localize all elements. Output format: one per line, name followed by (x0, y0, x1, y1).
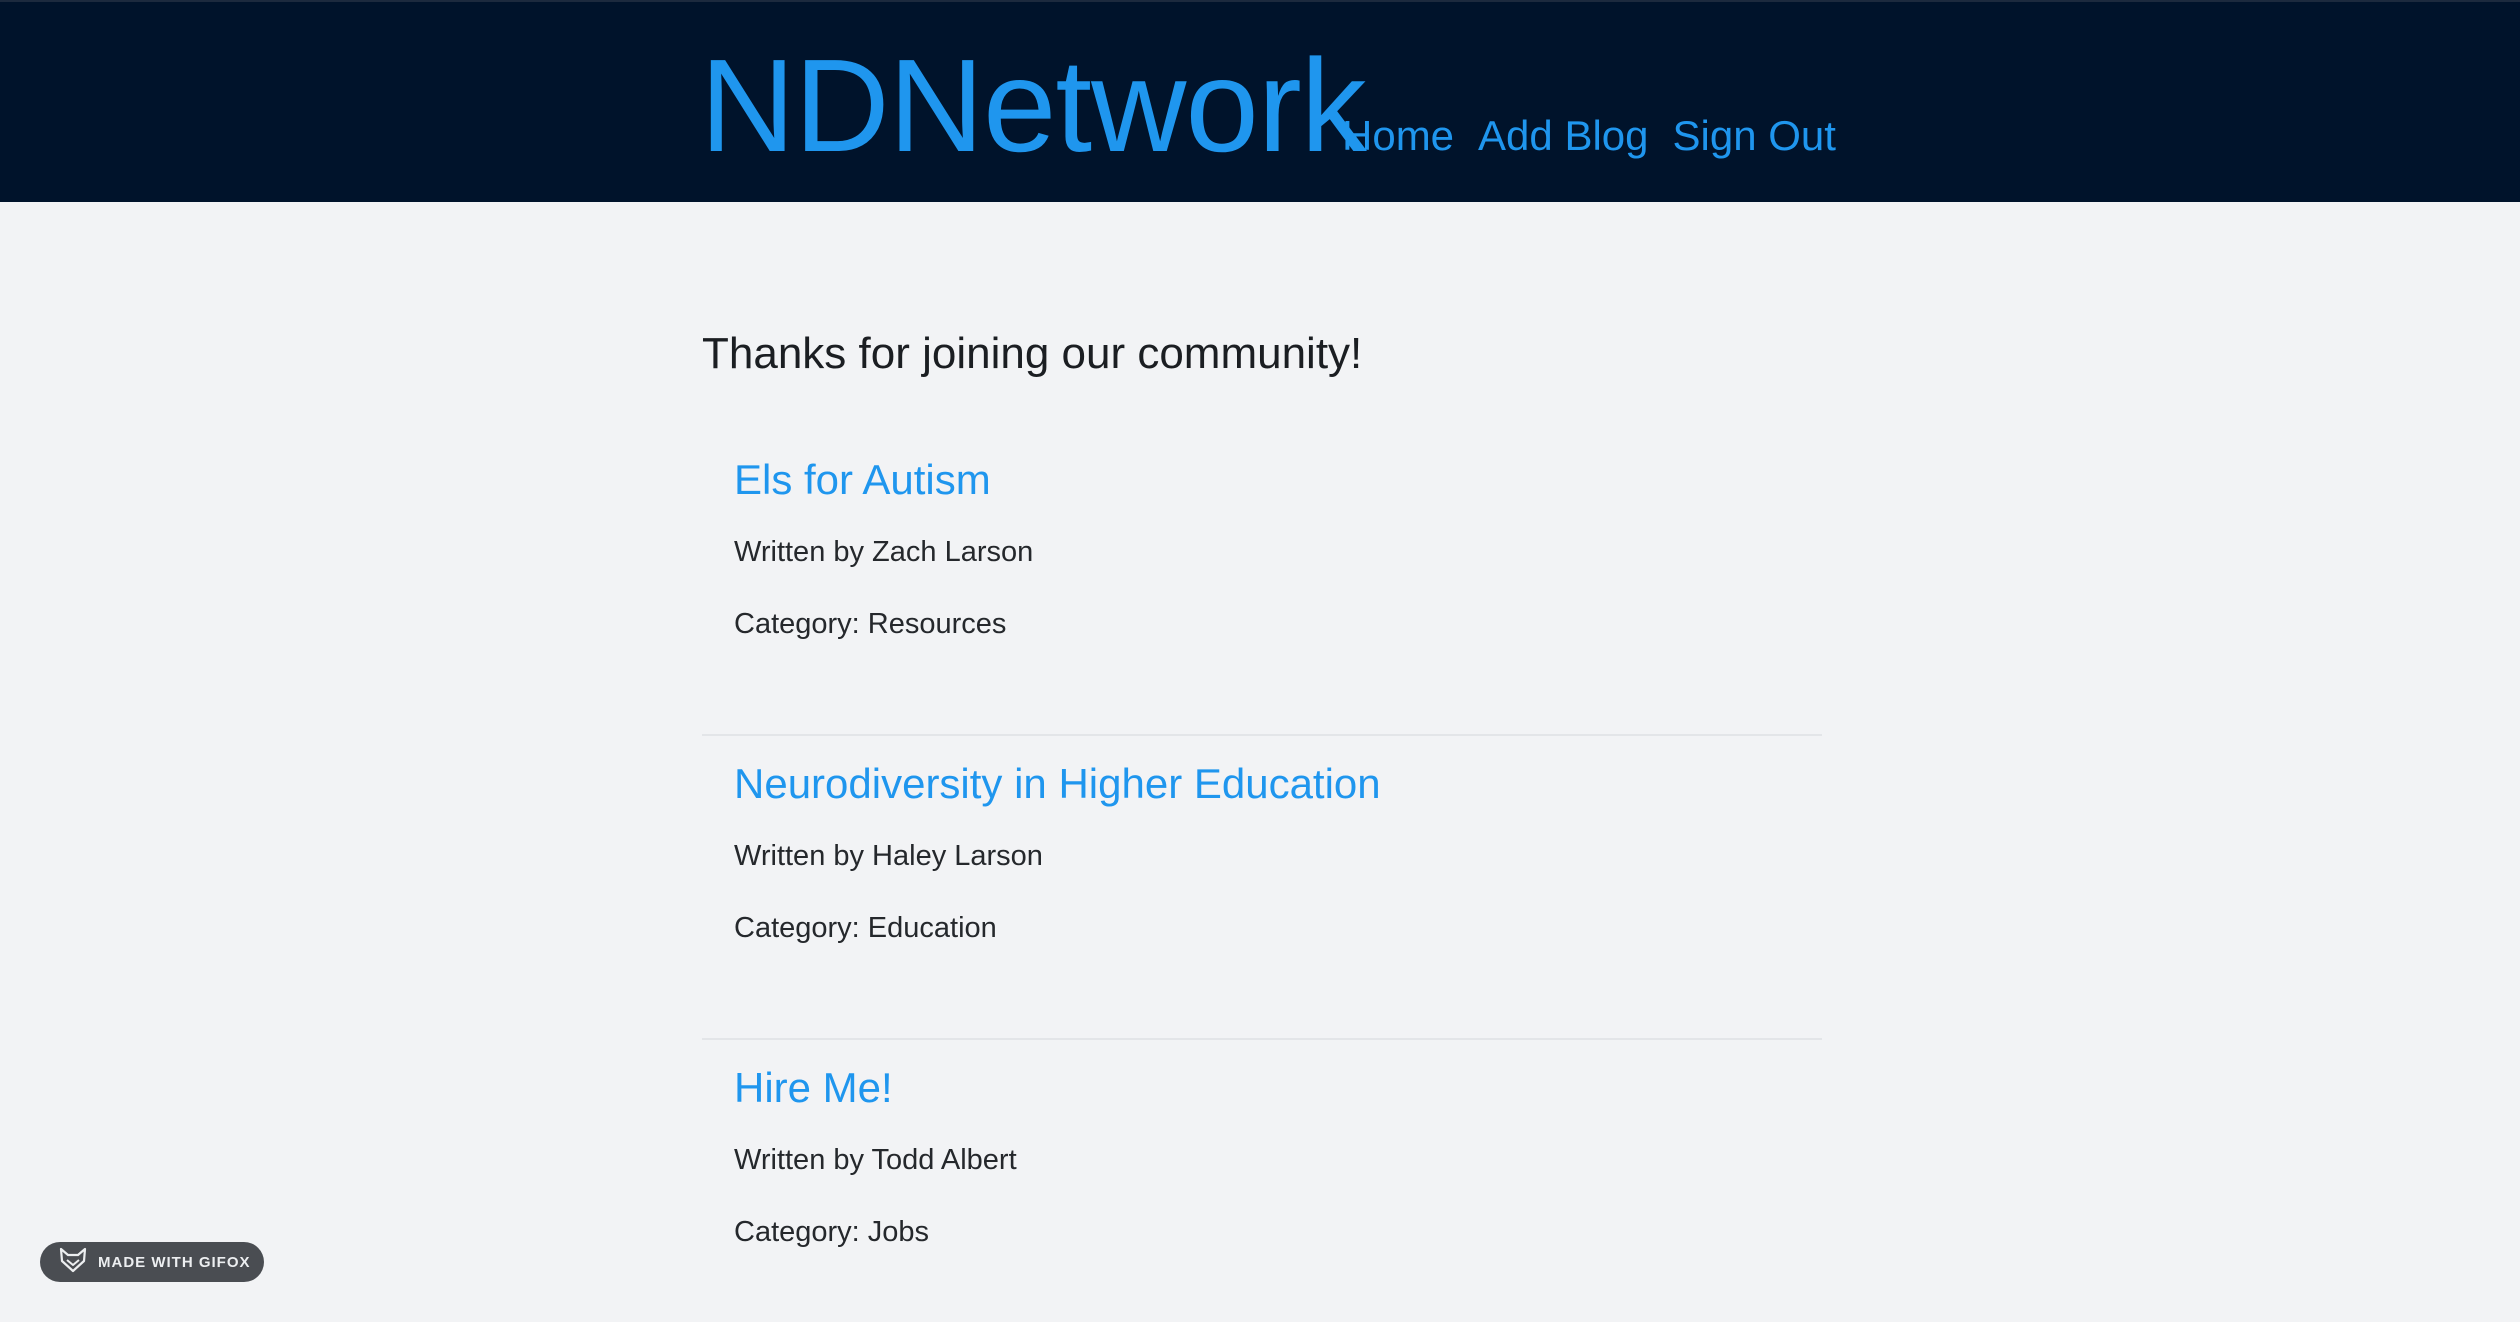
blog-category: Category: Education (734, 912, 997, 944)
blog-title-link[interactable]: Els for Autism (734, 452, 991, 508)
welcome-heading: Thanks for joining our community! (702, 329, 1363, 378)
main-nav: Home Add Blog Sign Out (1342, 108, 1836, 164)
blog-category: Category: Jobs (734, 1216, 930, 1248)
brand-logo[interactable]: NDNetwork (700, 36, 1367, 176)
fox-icon (58, 1247, 88, 1278)
watermark-label: MADE WITH GIFOX (98, 1253, 251, 1271)
blog-author: Written by Haley Larson (734, 840, 1043, 872)
blog-author: Written by Zach Larson (734, 536, 1034, 568)
gifox-watermark: MADE WITH GIFOX (40, 1242, 264, 1282)
nav-home-link[interactable]: Home (1342, 108, 1454, 164)
blog-item: Hire Me! Written by Todd Albert Category… (702, 1040, 1822, 1322)
blog-title-link[interactable]: Hire Me! (734, 1060, 893, 1116)
blog-item: Els for Autism Written by Zach Larson Ca… (702, 432, 1822, 736)
page: NDNetwork Home Add Blog Sign Out Thanks … (0, 0, 2520, 1322)
blog-title-link[interactable]: Neurodiversity in Higher Education (734, 756, 1381, 812)
nav-add-blog-link[interactable]: Add Blog (1478, 108, 1648, 164)
blog-list: Els for Autism Written by Zach Larson Ca… (702, 432, 1822, 1322)
site-header: NDNetwork Home Add Blog Sign Out (0, 2, 2520, 202)
blog-item: Neurodiversity in Higher Education Writt… (702, 736, 1822, 1040)
blog-author: Written by Todd Albert (734, 1144, 1017, 1176)
nav-sign-out-link[interactable]: Sign Out (1673, 108, 1836, 164)
blog-category: Category: Resources (734, 608, 1007, 640)
